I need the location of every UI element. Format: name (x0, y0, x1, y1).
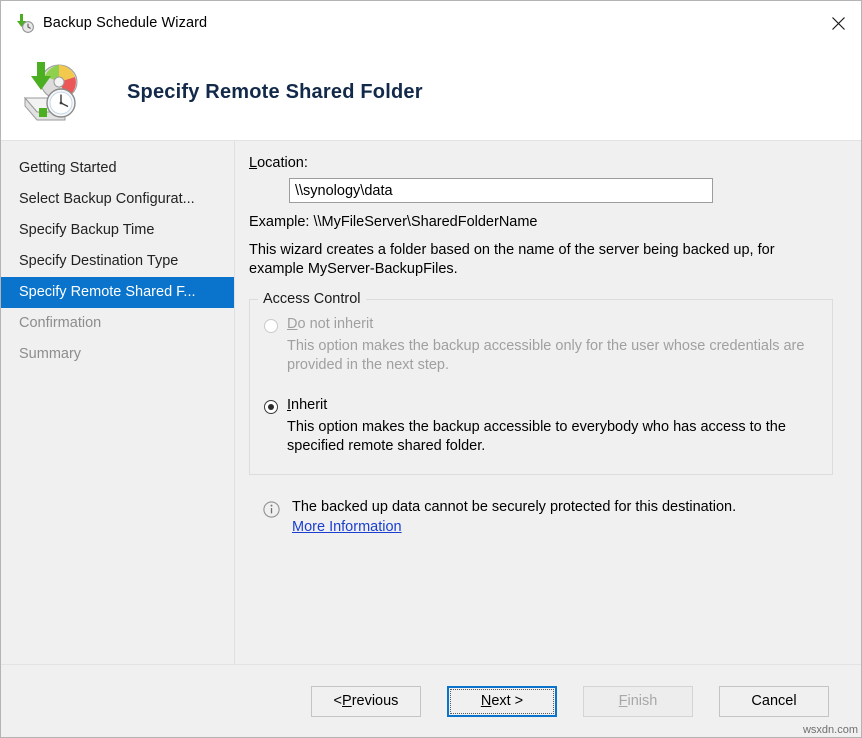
do-not-inherit-label-rest: o not inherit (297, 316, 373, 332)
access-control-group: Access Control Do not inherit This optio… (249, 299, 833, 475)
radio-icon-inherit[interactable] (264, 400, 278, 414)
cancel-button-label: Cancel (751, 693, 796, 709)
finish-button-accel: F (619, 693, 628, 709)
previous-button-rest: revious (352, 693, 399, 709)
radio-icon-do-not-inherit (264, 319, 278, 333)
next-button-rest: ext > (491, 693, 523, 709)
previous-button-accel: P (342, 693, 352, 709)
example-path-text: Example: \\MyFileServer\SharedFolderName (249, 214, 841, 230)
sidebar-item-specify-destination-type[interactable]: Specify Destination Type (1, 246, 234, 277)
info-circle-icon (263, 501, 280, 518)
location-label-text: ocation: (257, 155, 308, 171)
sidebar-item-getting-started[interactable]: Getting Started (1, 153, 234, 184)
wizard-description-text: This wizard creates a folder based on th… (249, 241, 819, 279)
wizard-content: Location: Example: \\MyFileServer\Shared… (235, 141, 861, 664)
do-not-inherit-accel: D (287, 316, 297, 332)
sidebar-item-specify-backup-time[interactable]: Specify Backup Time (1, 215, 234, 246)
do-not-inherit-description: This option makes the backup accessible … (287, 337, 827, 375)
finish-button: Finish (583, 686, 693, 717)
location-label: Location: (249, 155, 841, 171)
watermark: wsxdn.com (803, 724, 858, 736)
backup-drive-clock-icon (15, 60, 87, 126)
page-title: Specify Remote Shared Folder (127, 81, 423, 104)
close-button[interactable] (815, 1, 861, 45)
wizard-footer: < Previous Next > Finish Cancel (1, 664, 861, 737)
backup-clock-icon (13, 12, 35, 34)
security-notice: The backed up data cannot be securely pr… (263, 499, 841, 536)
location-label-accel: L (249, 155, 257, 171)
previous-button-prefix: < (334, 693, 342, 709)
next-button[interactable]: Next > (447, 686, 557, 717)
window-title: Backup Schedule Wizard (43, 15, 207, 31)
title-bar: Backup Schedule Wizard (1, 1, 861, 45)
inherit-label[interactable]: Inherit (287, 397, 327, 413)
inherit-option: Inherit This option makes the backup acc… (264, 397, 818, 456)
inherit-description: This option makes the backup accessible … (287, 418, 827, 456)
inherit-label-rest: nherit (291, 397, 327, 413)
close-icon (831, 16, 846, 31)
do-not-inherit-label: Do not inherit (287, 316, 373, 332)
security-notice-body: The backed up data cannot be securely pr… (292, 499, 736, 536)
wizard-window: Backup Schedule Wizard (0, 0, 862, 738)
sidebar-item-confirmation: Confirmation (1, 308, 234, 339)
sidebar-item-summary: Summary (1, 339, 234, 370)
inherit-radio-row[interactable]: Inherit (264, 397, 818, 414)
next-button-accel: N (481, 693, 491, 709)
do-not-inherit-radio-row: Do not inherit (264, 316, 818, 333)
finish-button-rest: inish (628, 693, 658, 709)
do-not-inherit-option: Do not inherit This option makes the bac… (264, 316, 818, 375)
wizard-steps-sidebar: Getting Started Select Backup Configurat… (1, 141, 235, 664)
access-control-legend: Access Control (258, 291, 366, 307)
sidebar-item-specify-remote-shared-folder[interactable]: Specify Remote Shared F... (1, 277, 234, 308)
security-notice-message: The backed up data cannot be securely pr… (292, 499, 736, 515)
previous-button[interactable]: < Previous (311, 686, 421, 717)
wizard-body: Getting Started Select Backup Configurat… (1, 141, 861, 664)
cancel-button[interactable]: Cancel (719, 686, 829, 717)
more-information-link[interactable]: More Information (292, 519, 402, 535)
location-input[interactable] (289, 178, 713, 203)
wizard-header: Specify Remote Shared Folder (1, 45, 861, 141)
sidebar-item-select-backup-configuration[interactable]: Select Backup Configurat... (1, 184, 234, 215)
